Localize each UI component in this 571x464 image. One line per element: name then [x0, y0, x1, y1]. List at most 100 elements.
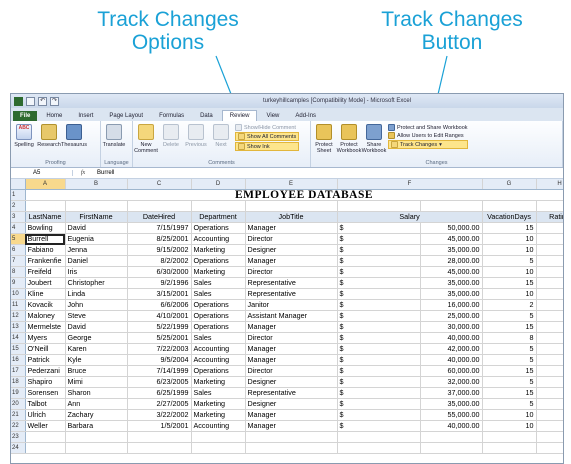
tab-insert[interactable]: Insert: [71, 111, 100, 121]
cell[interactable]: 8.75: [536, 387, 563, 399]
cell[interactable]: Bowling: [25, 222, 66, 234]
tab-view[interactable]: View: [259, 111, 286, 121]
protect-and-share-button[interactable]: Protect and Share Workbook: [388, 124, 468, 131]
cell[interactable]: 2/27/2005: [127, 398, 192, 410]
column-header-e[interactable]: E: [245, 179, 338, 190]
cell[interactable]: Manager: [245, 222, 338, 234]
cell[interactable]: 9/2/1996: [127, 277, 192, 289]
cell[interactable]: John: [65, 299, 128, 311]
column-title-cell[interactable]: Rating: [536, 211, 563, 223]
cell[interactable]: 35,000.00: [420, 244, 483, 256]
cell[interactable]: [482, 442, 537, 454]
spelling-button[interactable]: ABC Spelling: [13, 124, 35, 148]
cell[interactable]: [245, 431, 338, 443]
research-button[interactable]: Research: [37, 124, 61, 148]
cell[interactable]: Operations: [191, 365, 246, 377]
cell[interactable]: Operations: [191, 321, 246, 333]
cell[interactable]: $: [337, 233, 421, 245]
row-header[interactable]: 7: [11, 255, 26, 267]
cell[interactable]: [65, 442, 128, 454]
column-header-h[interactable]: H: [536, 179, 563, 190]
cell[interactable]: Mimi: [65, 376, 128, 388]
cell[interactable]: Freifeld: [25, 266, 66, 278]
row-header[interactable]: 10: [11, 288, 26, 300]
share-workbook-button[interactable]: Share Workbook: [362, 124, 386, 154]
cell[interactable]: $: [337, 222, 421, 234]
tab-home[interactable]: Home: [39, 111, 69, 121]
cell[interactable]: Accounting: [191, 233, 246, 245]
row-header[interactable]: 24: [11, 442, 26, 454]
cell[interactable]: [127, 431, 192, 443]
cell[interactable]: Director: [245, 332, 338, 344]
column-header-c[interactable]: C: [127, 179, 192, 190]
cell[interactable]: [25, 442, 66, 454]
cell[interactable]: Director: [245, 266, 338, 278]
cell[interactable]: 40,000.00: [420, 332, 483, 344]
show-all-comments-button[interactable]: Show All Comments: [235, 132, 300, 141]
cell[interactable]: 2: [482, 299, 537, 311]
cell[interactable]: Marketing: [191, 266, 246, 278]
cell[interactable]: $: [337, 299, 421, 311]
cell[interactable]: Designer: [245, 398, 338, 410]
cell[interactable]: 10: [482, 244, 537, 256]
row-header[interactable]: 14: [11, 332, 26, 344]
cell[interactable]: Marketing: [191, 398, 246, 410]
cell[interactable]: $: [337, 365, 421, 377]
cell[interactable]: 6.75: [536, 321, 563, 333]
column-title-cell[interactable]: LastName: [25, 211, 66, 223]
cell[interactable]: $: [337, 321, 421, 333]
cell[interactable]: 35,000.00: [420, 277, 483, 289]
cell[interactable]: 7: [536, 354, 563, 366]
cell[interactable]: [337, 431, 421, 443]
cell[interactable]: Representative: [245, 387, 338, 399]
cell[interactable]: $: [337, 310, 421, 322]
column-header-g[interactable]: G: [482, 179, 537, 190]
cell[interactable]: [536, 442, 563, 454]
cell[interactable]: 5/22/1999: [127, 321, 192, 333]
cell[interactable]: Sales: [191, 277, 246, 289]
cell[interactable]: [420, 431, 483, 443]
row-header[interactable]: 13: [11, 321, 26, 333]
cell[interactable]: Manager: [245, 409, 338, 421]
cell[interactable]: 7.75: [536, 277, 563, 289]
cell[interactable]: Sales: [191, 387, 246, 399]
cell[interactable]: Eugenia: [65, 233, 128, 245]
cell[interactable]: $: [337, 376, 421, 388]
cell[interactable]: $: [337, 277, 421, 289]
show-ink-button[interactable]: Show Ink: [235, 142, 300, 151]
cell[interactable]: 5: [482, 310, 537, 322]
cell[interactable]: $: [337, 398, 421, 410]
cell[interactable]: $: [337, 420, 421, 432]
cell[interactable]: Representative: [245, 288, 338, 300]
cell[interactable]: 8: [536, 244, 563, 256]
cell[interactable]: Barbara: [65, 420, 128, 432]
cell[interactable]: $: [337, 354, 421, 366]
cell[interactable]: 8.75: [536, 420, 563, 432]
cell[interactable]: George: [65, 332, 128, 344]
undo-icon[interactable]: ↶: [38, 96, 47, 106]
cell[interactable]: 7.75: [536, 222, 563, 234]
protect-sheet-button[interactable]: Protect Sheet: [313, 124, 335, 154]
cell[interactable]: Myers: [25, 332, 66, 344]
fx-icon[interactable]: fx: [73, 170, 93, 176]
tab-file[interactable]: File: [13, 111, 38, 121]
column-title-cell[interactable]: FirstName: [65, 211, 128, 223]
cell[interactable]: 4/10/2001: [127, 310, 192, 322]
cell[interactable]: Designer: [245, 244, 338, 256]
column-title-cell[interactable]: Department: [191, 211, 246, 223]
cell[interactable]: [245, 442, 338, 454]
redo-icon[interactable]: ↷: [50, 96, 59, 106]
cell[interactable]: 8: [536, 343, 563, 355]
cell[interactable]: 30,000.00: [420, 321, 483, 333]
cell[interactable]: [191, 200, 246, 212]
row-header[interactable]: 3: [11, 211, 26, 223]
cell[interactable]: [482, 431, 537, 443]
cell[interactable]: Daniel: [65, 255, 128, 267]
cell[interactable]: 9/15/2002: [127, 244, 192, 256]
cell[interactable]: [536, 431, 563, 443]
cell[interactable]: 5: [482, 398, 537, 410]
cell[interactable]: Manager: [245, 255, 338, 267]
cell[interactable]: 8/25/2001: [127, 233, 192, 245]
cell[interactable]: Marketing: [191, 409, 246, 421]
cell[interactable]: 55,000.00: [420, 409, 483, 421]
